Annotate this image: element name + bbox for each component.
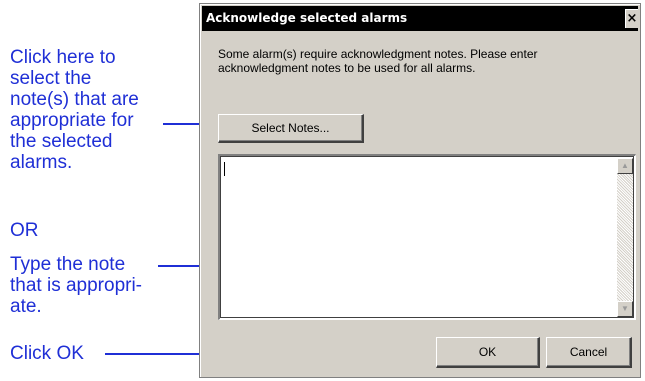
or-label: OR [10, 220, 39, 241]
cancel-button[interactable]: Cancel [546, 337, 632, 368]
select-notes-callout: Click here to select the note(s) that ar… [10, 47, 139, 173]
text-caret [224, 162, 225, 176]
vertical-scrollbar[interactable]: ▲ ▼ [617, 158, 633, 317]
callout-line: note(s) that are [10, 89, 139, 110]
select-notes-button[interactable]: Select Notes... [218, 114, 364, 143]
dialog-title: Acknowledge selected alarms [206, 11, 408, 25]
type-note-callout: Type the note that is appropri- ate. [10, 254, 142, 317]
callout-line: that is appropri- [10, 275, 143, 296]
callout-line: ate. [10, 296, 42, 317]
click-ok-label: Click OK [10, 343, 84, 364]
cancel-label: Cancel [569, 345, 608, 359]
scroll-down-arrow-icon[interactable]: ▼ [617, 301, 633, 317]
click-ok-callout: Click OK [10, 343, 84, 364]
close-icon[interactable]: × [625, 9, 638, 28]
dialog-titlebar: Acknowledge selected alarms × [202, 6, 638, 31]
scroll-up-arrow-icon[interactable]: ▲ [617, 158, 633, 174]
callout-line: the selected [10, 131, 113, 152]
callout-line: Type the note [10, 254, 126, 275]
callout-line: alarms. [10, 152, 73, 173]
select-notes-label: Select Notes... [251, 121, 330, 135]
ok-button[interactable]: OK [436, 337, 540, 368]
or-text: OR [10, 220, 39, 241]
acknowledge-alarms-dialog: Acknowledge selected alarms × Some alarm… [199, 3, 641, 378]
callout-line: appropriate for [10, 110, 134, 131]
callout-line: Click here to [10, 47, 116, 68]
notes-textarea[interactable]: ▲ ▼ [218, 154, 636, 320]
callout-line: select the [10, 68, 92, 89]
ok-label: OK [478, 345, 497, 359]
dialog-message: Some alarm(s) require acknowledgment not… [218, 47, 538, 75]
